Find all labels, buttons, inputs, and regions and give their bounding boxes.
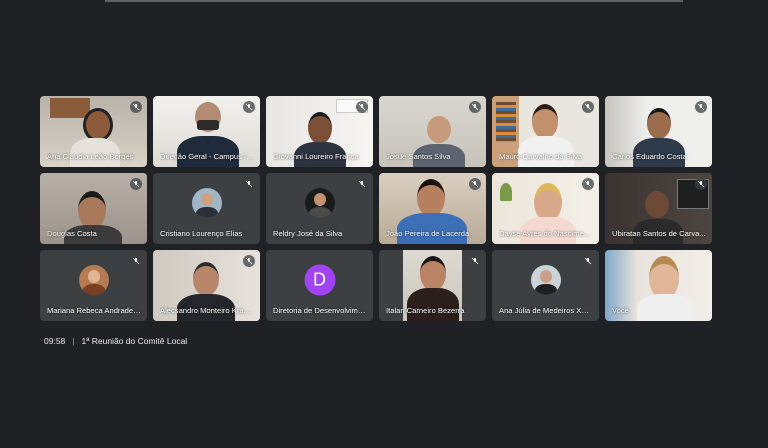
mic-off-icon (243, 178, 255, 190)
participant-name: Douglas Costa (47, 229, 97, 238)
mic-off-icon (130, 178, 142, 190)
participant-tile[interactable]: Giovanni Loureiro França (266, 96, 373, 167)
participant-tile[interactable]: Ubiratan Santos de Carva... (605, 173, 712, 244)
participant-tile[interactable]: Josué Santos Silva (379, 96, 486, 167)
participant-grid: Ana Claudia Leão Borges Direção Geral - … (40, 96, 712, 321)
participant-name: Dayse Ayres do Nascime... (499, 229, 591, 238)
meeting-title[interactable]: 1ª Reunião do Comitê Local (82, 336, 188, 346)
avatar-letter: D (304, 264, 335, 296)
participant-tile[interactable]: Ana Claudia Leão Borges (40, 96, 147, 167)
participant-tile[interactable]: D Diretoria de Desenvolvime... (266, 250, 373, 321)
avatar (530, 264, 561, 295)
mic-off-icon (469, 178, 481, 190)
participant-name: Você (612, 306, 629, 315)
participant-tile[interactable]: Cristiano Lourenço Elias (153, 173, 260, 244)
participant-name: Cristiano Lourenço Elias (160, 229, 243, 238)
participant-name: Mariana Rebeca Andrade ... (47, 306, 141, 315)
participant-name: Ubiratan Santos de Carva... (612, 229, 706, 238)
mic-off-icon (243, 101, 255, 113)
mic-off-icon (695, 178, 707, 190)
participant-tile[interactable]: Mariana Rebeca Andrade ... (40, 250, 147, 321)
participant-name: João Pereira de Lacerda (386, 229, 470, 238)
participant-name: Giovanni Loureiro França (273, 152, 359, 161)
participant-name: Italan Carneiro Bezerra (386, 306, 465, 315)
self-view-tile[interactable]: Você (605, 250, 712, 321)
mic-off-icon (582, 101, 594, 113)
participant-tile[interactable]: Mauro Carvalho da Silva (492, 96, 599, 167)
mic-off-icon (130, 101, 142, 113)
participant-tile[interactable]: Ana Júlia de Medeiros Xav... (492, 250, 599, 321)
mic-off-icon (469, 255, 481, 267)
mic-off-icon (243, 255, 255, 267)
meeting-info-bar: 09:58 | 1ª Reunião do Comitê Local (44, 336, 187, 346)
separator: | (72, 336, 75, 346)
participant-tile[interactable]: Carlos Eduardo Costa (605, 96, 712, 167)
participant-tile[interactable]: Dayse Ayres do Nascime... (492, 173, 599, 244)
mic-off-icon (130, 255, 142, 267)
participant-name: Ana Claudia Leão Borges (47, 152, 134, 161)
avatar (191, 187, 222, 218)
mic-off-icon (356, 101, 368, 113)
avatar (78, 264, 109, 295)
participant-tile[interactable]: João Pereira de Lacerda (379, 173, 486, 244)
mic-off-icon (695, 101, 707, 113)
participant-tile[interactable]: Direção Geral - Campus Itab... (153, 96, 260, 167)
participant-name: Direção Geral - Campus Itab... (160, 152, 254, 161)
mic-off-icon (582, 255, 594, 267)
participant-name: Carlos Eduardo Costa (612, 152, 687, 161)
avatar (304, 187, 335, 218)
participant-name: Alecsandro Monteiro Kra... (160, 306, 250, 315)
participant-name: Reldry José da Silva (273, 229, 343, 238)
participant-tile[interactable]: Italan Carneiro Bezerra (379, 250, 486, 321)
participant-tile[interactable]: Douglas Costa (40, 173, 147, 244)
mic-off-icon (582, 178, 594, 190)
meeting-time: 09:58 (44, 336, 66, 346)
participant-name: Ana Júlia de Medeiros Xav... (499, 306, 593, 315)
mic-off-icon (356, 178, 368, 190)
mic-off-icon (469, 101, 481, 113)
participant-name: Josué Santos Silva (386, 152, 451, 161)
participant-name: Diretoria de Desenvolvime... (273, 306, 367, 315)
participant-tile-active-speaker[interactable]: Alecsandro Monteiro Kra... (153, 250, 260, 321)
top-divider (105, 0, 683, 2)
participant-name: Mauro Carvalho da Silva (499, 152, 583, 161)
participant-tile[interactable]: Reldry José da Silva (266, 173, 373, 244)
